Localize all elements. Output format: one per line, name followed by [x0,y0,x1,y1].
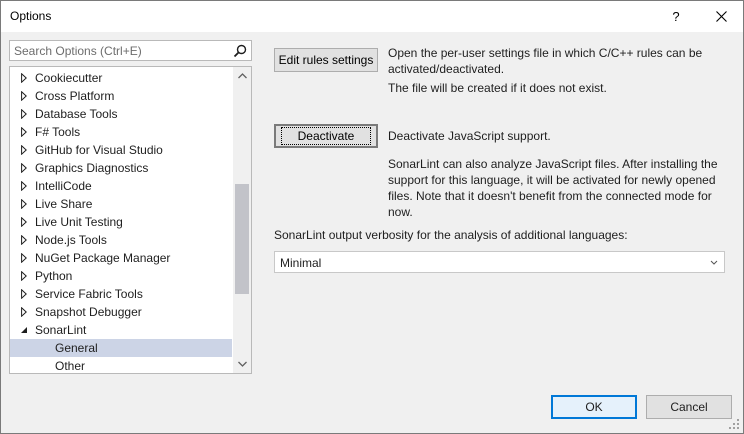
collapsed-arrow-icon[interactable] [19,303,29,321]
tree-child-item[interactable]: General [10,339,232,357]
tree-item[interactable]: Live Unit Testing [10,213,232,231]
tree-item[interactable]: Node.js Tools [10,231,232,249]
tree-item[interactable]: F# Tools [10,123,232,141]
ok-button[interactable]: OK [551,395,637,419]
close-button[interactable] [698,1,744,32]
tree-item[interactable]: Live Share [10,195,232,213]
tree-item-label: Live Unit Testing [35,215,123,229]
verbosity-label: SonarLint output verbosity for the analy… [274,228,628,242]
tree-item-label: Node.js Tools [35,233,107,247]
tree-item-label: Database Tools [35,107,118,121]
tree-item[interactable]: Graphics Diagnostics [10,159,232,177]
javascript-info-text: SonarLint can also analyze JavaScript fi… [388,157,718,219]
tree-item[interactable]: Cookiecutter [10,69,232,87]
window-title: Options [10,9,52,23]
collapsed-arrow-icon[interactable] [19,213,29,231]
deactivate-description: Deactivate JavaScript support. [388,129,551,143]
options-tree: Cookiecutter Cross Platform Database Tools… [9,66,252,374]
tree-item[interactable]: IntelliCode [10,177,232,195]
verbosity-dropdown[interactable]: Minimal [274,251,725,273]
tree-item-label: Service Fabric Tools [35,287,143,301]
tree-item[interactable]: Python [10,267,232,285]
scroll-up-button[interactable] [233,67,251,85]
expanded-arrow-icon[interactable] [19,321,29,339]
scrollbar-thumb[interactable] [235,184,249,295]
title-bar: Options ? [1,1,743,32]
tree-item-label: General [55,341,98,355]
collapsed-arrow-icon[interactable] [19,159,29,177]
collapsed-arrow-icon[interactable] [19,231,29,249]
search-icon[interactable] [232,43,248,59]
collapsed-arrow-icon[interactable] [19,195,29,213]
tree-item[interactable]: NuGet Package Manager [10,249,232,267]
verbosity-selected-value: Minimal [280,256,322,270]
tree-item-label: SonarLint [35,323,87,337]
edit-rules-note: The file will be created if it does not … [388,81,607,95]
tree-item-label: Python [35,269,73,283]
search-options-field[interactable]: Search Options (Ctrl+E) [9,40,252,61]
collapsed-arrow-icon[interactable] [19,249,29,267]
tree-item-label: Live Share [35,197,93,211]
tree-item-label: F# Tools [35,125,81,139]
tree-item[interactable]: Snapshot Debugger [10,303,232,321]
collapsed-arrow-icon[interactable] [19,123,29,141]
edit-rules-description: Open the per-user settings file in which… [388,46,703,76]
chevron-down-icon [237,361,247,367]
options-dialog: Options ? Search Options (Ctrl+E) Cookie… [0,0,744,434]
chevron-up-icon [237,73,247,79]
tree-item-label: IntelliCode [35,179,92,193]
collapsed-arrow-icon[interactable] [19,141,29,159]
tree-item-label: Cookiecutter [35,71,103,85]
cancel-button[interactable]: Cancel [646,395,732,419]
tree-item[interactable]: GitHub for Visual Studio [10,141,232,159]
close-icon [715,11,727,22]
collapsed-arrow-icon[interactable] [19,177,29,195]
resize-grip-icon[interactable] [729,419,740,430]
cancel-label: Cancel [670,400,708,414]
tree-scrollbar[interactable] [233,67,251,373]
collapsed-arrow-icon[interactable] [19,105,29,123]
collapsed-arrow-icon[interactable] [19,267,29,285]
search-input[interactable]: Search Options (Ctrl+E) [14,44,142,58]
tree-item[interactable]: SonarLint [10,321,232,339]
help-icon: ? [672,9,680,24]
tree-item[interactable]: Service Fabric Tools [10,285,232,303]
deactivate-button[interactable]: Deactivate [274,124,378,148]
edit-rules-settings-button[interactable]: Edit rules settings [274,48,378,72]
edit-rules-settings-label: Edit rules settings [278,53,374,67]
collapsed-arrow-icon[interactable] [19,285,29,303]
tree-item-label: Other [55,359,86,373]
tree-item[interactable]: Cross Platform [10,87,232,105]
help-button[interactable]: ? [653,1,699,32]
tree-item-label: Snapshot Debugger [35,305,142,319]
collapsed-arrow-icon[interactable] [19,87,29,105]
tree-child-item[interactable]: Other [10,357,232,373]
scroll-down-button[interactable] [233,355,251,373]
tree-item-label: GitHub for Visual Studio [35,143,163,157]
collapsed-arrow-icon[interactable] [19,69,29,87]
tree-item-label: Cross Platform [35,89,115,103]
chevron-down-icon [710,260,718,265]
ok-label: OK [585,400,603,414]
tree-item-label: NuGet Package Manager [35,251,171,265]
deactivate-label: Deactivate [280,127,372,145]
tree-item-label: Graphics Diagnostics [35,161,149,175]
tree-item[interactable]: Database Tools [10,105,232,123]
